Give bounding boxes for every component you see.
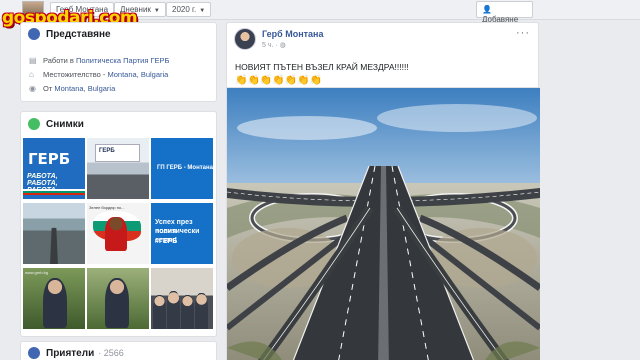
location-pin-icon: ◉ — [29, 83, 36, 93]
post-author-avatar[interactable] — [234, 28, 256, 50]
more-options-icon[interactable]: ··· — [516, 27, 530, 39]
thumb-speaker-caption: www.gerb.bg — [25, 270, 49, 275]
post-image-highway-interchange[interactable] — [227, 87, 540, 360]
bulgarian-flag-stripe — [23, 189, 85, 195]
post-card: Герб Монтана 5 ч. · ◍ ··· НОВИЯТ ПЪТЕН В… — [226, 22, 540, 360]
photo-thumb-blue-card[interactable]: ГП ГЕРБ - Монтана — [151, 138, 213, 199]
post-clap-emojis: 👏👏👏👏👏👏👏 — [235, 75, 323, 86]
intro-header: Представяне — [28, 28, 111, 40]
intro-from-link[interactable]: Montana, Bulgaria — [54, 84, 115, 93]
intro-from-prefix: От — [43, 84, 53, 93]
photos-header[interactable]: Снимки — [28, 118, 84, 130]
photo-thumb-map[interactable]: Зелен бордюр по... — [87, 203, 149, 264]
thumb-gerb-logo-text: ГЕРБ — [28, 150, 71, 168]
chevron-down-icon: ▼ — [199, 8, 206, 14]
thumb-road-lane — [49, 227, 59, 264]
photo-thumb-meeting[interactable]: ГЕРБ — [87, 138, 149, 199]
thumb-group-person — [167, 291, 180, 329]
highway-interchange-illustration — [227, 88, 540, 360]
chevron-down-icon: ▼ — [153, 8, 160, 14]
post-text: НОВИЯТ ПЪТЕН ВЪЗЕЛ КРАЙ МЕЗДРА!!!!!! — [235, 62, 409, 72]
intro-from-row: ◉ От Montana, Bulgaria — [29, 84, 115, 93]
thumb-speaker-figure — [43, 278, 67, 328]
photo-thumb-success[interactable]: Успех през новия политически сезон! #ГЕР… — [151, 203, 213, 264]
friends-count: · 2566 — [98, 348, 124, 358]
intro-title: Представяне — [46, 28, 111, 40]
globe-icon — [28, 28, 40, 40]
friends-card: Приятели · 2566 — [20, 341, 217, 360]
intro-residence-link[interactable]: Montana, Bulgaria — [107, 70, 168, 79]
intro-residence-prefix: Местожителство - — [43, 70, 106, 79]
thumb-group-person — [153, 295, 166, 329]
intro-card: Представяне ▤ Работи в Политическа Парти… — [20, 22, 217, 102]
photos-card: Снимки ГЕРБ РАБОТА, РАБОТА, РАБОТА ГЕРБ … — [20, 111, 217, 337]
intro-work-prefix: Работи в — [43, 56, 74, 65]
friends-header[interactable]: Приятели · 2566 — [28, 347, 124, 359]
home-icon: ⌂ — [29, 69, 34, 79]
year-dropdown[interactable]: 2020 г. ▼ — [166, 2, 212, 17]
friends-icon — [28, 347, 40, 359]
intro-residence-row: ⌂ Местожителство - Montana, Bulgaria — [29, 70, 168, 79]
friends-title: Приятели — [46, 347, 95, 359]
globe-icon: · ◍ — [275, 42, 286, 49]
thumb-portrait-figure — [105, 278, 129, 328]
intro-work-link[interactable]: Политическа Партия ГЕРБ — [76, 56, 169, 65]
post-meta: 5 ч. · ◍ — [262, 41, 286, 49]
intro-work-row: ▤ Работи в Политическа Партия ГЕРБ — [29, 56, 169, 65]
photo-thumb-gerb[interactable]: ГЕРБ РАБОТА, РАБОТА, РАБОТА — [23, 138, 85, 199]
thumb-person-figure — [105, 217, 127, 251]
thumb-map-caption: Зелен бордюр по... — [89, 205, 125, 210]
briefcase-icon: ▤ — [29, 55, 37, 65]
thumb-meeting-sign: ГЕРБ — [95, 144, 140, 162]
thumb-blue-caption: ГП ГЕРБ - Монтана — [157, 165, 213, 171]
photo-icon — [28, 118, 40, 130]
thumb-success-line-3: #ГЕРБ — [155, 238, 178, 245]
photo-thumb-road[interactable] — [23, 203, 85, 264]
add-button[interactable]: 👤 Добавяне — [476, 1, 533, 24]
year-dropdown-label: 2020 г. — [172, 5, 197, 14]
photos-title: Снимки — [46, 118, 84, 130]
post-timestamp[interactable]: 5 ч. — [262, 42, 273, 49]
photo-thumb-speaker[interactable]: www.gerb.bg — [23, 268, 85, 329]
photo-thumb-portrait[interactable] — [87, 268, 149, 329]
post-author-name[interactable]: Герб Монтана — [262, 29, 324, 39]
thumb-group-person — [195, 293, 208, 329]
thumb-group-person — [181, 295, 194, 329]
add-person-icon: 👤 — [482, 5, 492, 14]
photo-thumb-group[interactable] — [151, 268, 213, 329]
